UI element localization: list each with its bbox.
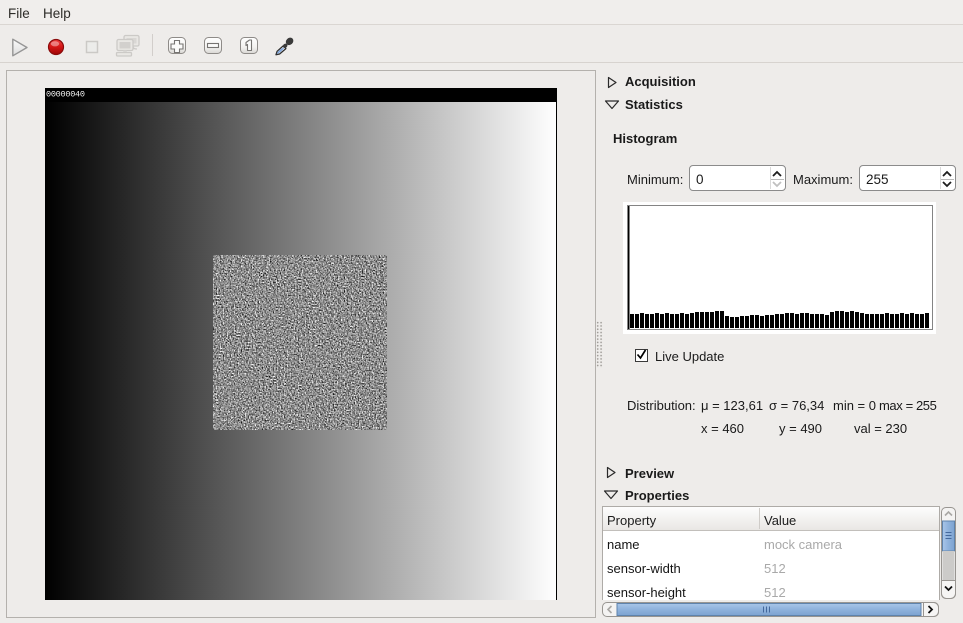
svg-text:00000040: 00000040 <box>46 90 85 100</box>
